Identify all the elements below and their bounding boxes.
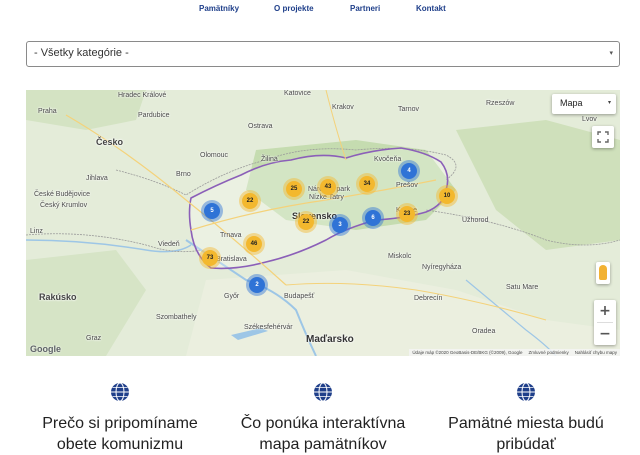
map-label-city: Miskolc — [388, 253, 412, 260]
map-label-city: Ostrava — [248, 123, 273, 130]
fullscreen-icon — [597, 131, 609, 143]
map-label-city: Jihlava — [86, 175, 108, 182]
map-label-city: Szombathely — [156, 314, 197, 321]
map-label-city: Viedeň — [158, 241, 180, 248]
chevron-down-icon: ▾ — [607, 100, 611, 106]
map-label-city: Győr — [224, 293, 240, 300]
feature-title: Pamätné miesta budú pribúdať — [448, 415, 604, 453]
map-label-slovensko: Slovensko — [292, 211, 338, 221]
map-label-rakusko: Rakúsko — [39, 292, 77, 302]
map-label-city: Graz — [86, 335, 102, 342]
map-background — [26, 90, 620, 356]
map-label-city: Satu Mare — [506, 284, 539, 291]
map-label-city: Linz — [30, 228, 43, 235]
nav-link-partneri[interactable]: Partneri — [350, 4, 380, 13]
map-label-city: Székesfehérvár — [244, 324, 293, 331]
map-label-madarsko: Maďarsko — [306, 334, 354, 345]
category-select[interactable]: - Všetky kategórie - ▾ — [26, 41, 620, 67]
map-label-city: Brno — [176, 171, 191, 178]
map-label-city: Budapešť — [284, 293, 315, 300]
map-label-cesko: Česko — [96, 137, 124, 147]
map-label-city: Olomouc — [200, 152, 229, 159]
map-label-city: Český Krumlov — [40, 202, 88, 209]
map-label-city: České Budějovice — [34, 191, 91, 198]
nav-link-o-projekte[interactable]: O projekte — [274, 4, 314, 13]
memorials-map[interactable]: Česko Rakúsko Maďarsko Slovensko Katovic… — [26, 90, 620, 356]
map-label-city: Nyíregyháza — [422, 264, 462, 271]
pegman-icon — [599, 265, 607, 280]
map-label-city: Užhorod — [462, 217, 489, 224]
map-label-city: Národný park — [308, 186, 351, 193]
map-label-city: Nízke Tatry — [309, 194, 344, 201]
map-label-city: Lvov — [582, 116, 597, 123]
top-nav: Pamätníky O projekte Partneri Kontakt — [0, 0, 640, 18]
feature-card-more-places: Pamätné miesta budú pribúdať — [426, 382, 626, 455]
map-label-city: Oradea — [472, 328, 496, 335]
map-label-city: Trnava — [220, 232, 242, 239]
map-label-city: Bratislava — [216, 256, 247, 263]
feature-title: Čo ponúka interaktívna mapa pamätníkov — [240, 415, 406, 453]
map-type-select[interactable]: Mapa ▾ — [552, 94, 616, 114]
zoom-out-button[interactable]: − — [594, 323, 616, 345]
map-label-city: Katovice — [284, 90, 311, 97]
street-view-pegman-button[interactable] — [596, 262, 610, 284]
map-label-city: Debrecín — [414, 295, 443, 302]
globe-icon — [111, 382, 129, 402]
map-label-city: Prešov — [396, 182, 418, 189]
globe-icon — [314, 382, 332, 402]
nav-link-kontakt[interactable]: Kontakt — [416, 4, 446, 13]
map-label-city: Kvočeňa — [374, 156, 402, 163]
map-type-label: Mapa — [560, 98, 583, 108]
category-select-value: - Všetky kategórie - — [34, 47, 129, 59]
map-label-city: Pardubice — [138, 112, 170, 119]
nav-link-pamatniky[interactable]: Pamätníky — [199, 4, 239, 13]
map-label-city: Praha — [38, 108, 57, 115]
chevron-down-icon: ▾ — [609, 50, 613, 57]
feature-card-why-remember: Prečo si pripomíname obete komunizmu — [20, 382, 220, 455]
map-label-city: Tarnov — [398, 106, 420, 113]
map-label-city: Košice — [396, 207, 418, 214]
feature-card-interactive-map: Čo ponúka interaktívna mapa pamätníkov — [223, 382, 423, 455]
feature-title: Prečo si pripomíname obete komunizmu — [42, 415, 198, 453]
fullscreen-button[interactable] — [592, 126, 614, 148]
map-label-city: Žilina — [261, 156, 278, 163]
zoom-control: + − — [594, 300, 616, 345]
map-label-city: Rzeszów — [486, 100, 515, 107]
zoom-in-button[interactable]: + — [594, 300, 616, 322]
globe-icon — [517, 382, 535, 402]
map-label-city: Hradec Králové — [118, 92, 167, 99]
map-label-city: Krakov — [332, 104, 354, 111]
